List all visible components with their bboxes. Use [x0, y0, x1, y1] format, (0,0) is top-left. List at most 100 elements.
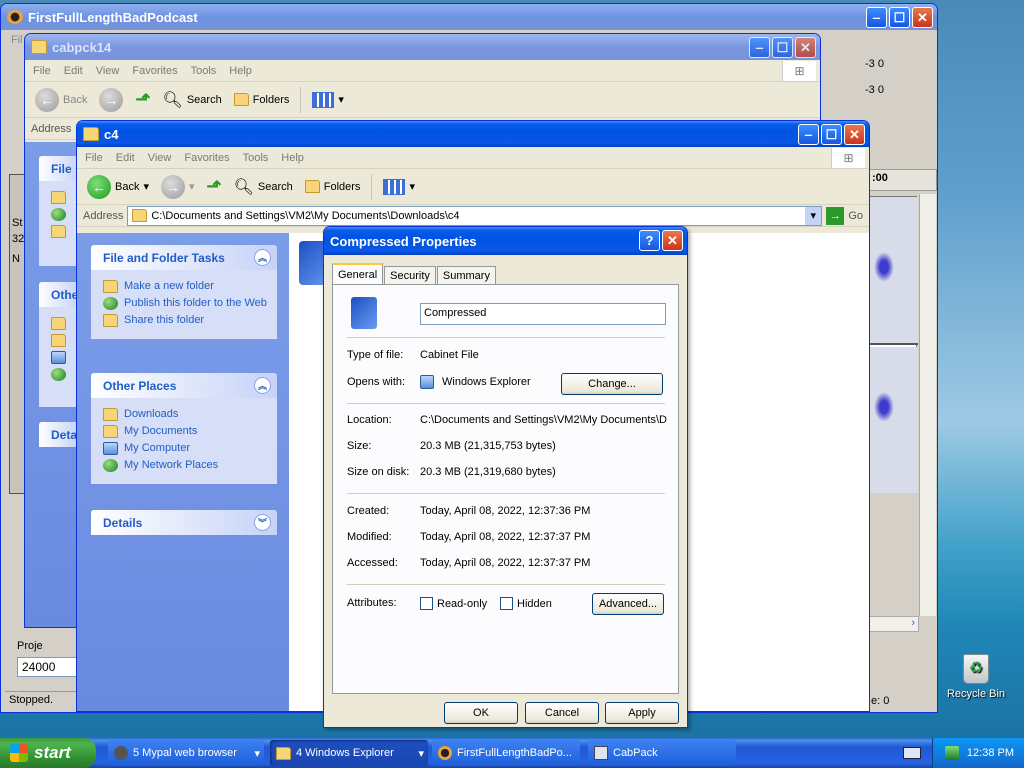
chevron-down-icon: ▾: [254, 747, 260, 760]
menu-favorites[interactable]: Favorites: [184, 152, 229, 164]
close-button[interactable]: ✕: [662, 230, 683, 251]
tab-security[interactable]: Security: [384, 266, 436, 285]
panel-title[interactable]: File and Folder Tasks ︽: [91, 245, 277, 270]
maximize-button[interactable]: ☐: [772, 37, 793, 58]
menu-edit[interactable]: Edit: [116, 152, 135, 164]
panel-title[interactable]: Deta: [39, 422, 79, 447]
menu-view[interactable]: View: [148, 152, 172, 164]
go-button[interactable]: Go: [848, 210, 863, 222]
views-button[interactable]: ▾: [308, 85, 348, 115]
folders-icon: [304, 180, 320, 193]
folders-button[interactable]: Folders: [230, 85, 294, 115]
hidden-label: Hidden: [517, 597, 552, 610]
tab-summary[interactable]: Summary: [436, 266, 496, 285]
expand-chevron-icon[interactable]: ︾: [254, 514, 271, 531]
keyboard-icon[interactable]: [903, 747, 921, 759]
horizontal-scrollbar[interactable]: ›: [869, 616, 919, 632]
taskbar-button-audacity[interactable]: FirstFullLengthBadPo...: [432, 740, 580, 766]
close-button[interactable]: ✕: [844, 124, 865, 145]
readonly-check-box[interactable]: [420, 597, 433, 610]
close-button[interactable]: ✕: [795, 37, 816, 58]
menu-file[interactable]: File: [85, 152, 103, 164]
menu-help[interactable]: Help: [229, 65, 252, 77]
menu-help[interactable]: Help: [281, 152, 304, 164]
back-button[interactable]: ← Back: [31, 85, 91, 115]
created-value: Today, April 08, 2022, 12:37:36 PM: [420, 505, 591, 517]
close-button[interactable]: ✕: [912, 7, 933, 28]
panel-file-folder-tasks: File and Folder Tasks ︽ Make a new folder…: [91, 245, 277, 339]
panel-title[interactable]: Other Places ︽: [91, 373, 277, 398]
change-button[interactable]: Change...: [561, 373, 663, 395]
folders-button[interactable]: Folders: [301, 172, 365, 202]
apply-button[interactable]: Apply: [605, 702, 679, 724]
maximize-button[interactable]: ☐: [821, 124, 842, 145]
help-button[interactable]: ?: [639, 230, 660, 251]
forward-button[interactable]: →: [95, 85, 127, 115]
hidden-check-box[interactable]: [500, 597, 513, 610]
cancel-button[interactable]: Cancel: [525, 702, 599, 724]
dialog-title-bar[interactable]: Compressed Properties ? ✕: [324, 227, 687, 255]
minimize-button[interactable]: ‒: [798, 124, 819, 145]
address-input[interactable]: C:\Documents and Settings\VM2\My Documen…: [127, 205, 823, 226]
place-my-network-places[interactable]: My Network Places: [103, 459, 269, 472]
modified-label: Modified:: [347, 531, 392, 543]
taskbar-button-mypal[interactable]: 5 Mypal web browser ▾: [108, 740, 264, 766]
menu-file[interactable]: File: [33, 65, 51, 77]
minimize-button[interactable]: ‒: [866, 7, 887, 28]
place-downloads[interactable]: Downloads: [103, 408, 269, 421]
place-my-documents[interactable]: My Documents: [103, 425, 269, 438]
new-folder-icon: [51, 191, 66, 204]
go-arrow-icon[interactable]: →: [826, 206, 845, 225]
search-button[interactable]: 🔍︎ Search: [159, 85, 226, 115]
menu-favorites[interactable]: Favorites: [132, 65, 177, 77]
file-name-input[interactable]: Compressed: [420, 303, 666, 325]
readonly-checkbox[interactable]: Read-only: [420, 597, 487, 610]
cabpck14-title-bar[interactable]: cabpck14 ‒ ☐ ✕: [25, 34, 820, 60]
collapse-chevron-icon[interactable]: ︽: [254, 377, 271, 394]
collapse-chevron-icon[interactable]: ︽: [254, 249, 271, 266]
start-button[interactable]: start: [0, 738, 96, 768]
taskbar-button-cabpack[interactable]: CabPack: [588, 740, 736, 766]
place-my-computer[interactable]: My Computer: [103, 442, 269, 455]
maximize-button[interactable]: ☐: [889, 7, 910, 28]
taskbar-button-label: 4 Windows Explorer: [296, 747, 394, 759]
browser-icon: [114, 746, 128, 760]
back-button[interactable]: ← Back ▾: [83, 172, 153, 202]
views-button[interactable]: ▾: [379, 172, 419, 202]
panel-title[interactable]: File: [39, 156, 79, 181]
search-button[interactable]: 🔍︎ Search: [230, 172, 297, 202]
ok-button[interactable]: OK: [444, 702, 518, 724]
forward-button[interactable]: → ▾: [157, 172, 199, 202]
track-area[interactable]: [869, 196, 918, 493]
clock[interactable]: 12:38 PM: [967, 747, 1014, 759]
up-button[interactable]: ⬏: [131, 85, 154, 115]
task-make-new-folder[interactable]: Make a new folder: [103, 280, 269, 293]
recycle-bin[interactable]: ♻ Recycle Bin: [944, 654, 1008, 700]
menu-edit[interactable]: Edit: [64, 65, 83, 77]
windows-flag-icon: [10, 744, 28, 762]
properties-dialog[interactable]: Compressed Properties ? ✕ General Securi…: [323, 226, 688, 728]
tab-general[interactable]: General: [332, 263, 384, 285]
project-rate-input[interactable]: 24000: [17, 657, 77, 677]
advanced-button[interactable]: Advanced...: [592, 593, 664, 615]
task-share-folder[interactable]: Share this folder: [103, 314, 269, 327]
menu-tools[interactable]: Tools: [191, 65, 217, 77]
hidden-checkbox[interactable]: Hidden: [500, 597, 552, 610]
minimize-button[interactable]: ‒: [749, 37, 770, 58]
task-publish-folder[interactable]: Publish this folder to the Web: [103, 297, 269, 310]
vertical-scrollbar[interactable]: [919, 194, 936, 616]
audacity-menu-fragment[interactable]: Fil: [11, 34, 23, 46]
panel-title[interactable]: Details ︾: [91, 510, 277, 535]
taskbar-button-explorer[interactable]: 4 Windows Explorer ▾: [270, 740, 428, 766]
network-tray-icon[interactable]: [944, 746, 959, 760]
panel-other: Othe: [39, 282, 79, 407]
menu-view[interactable]: View: [96, 65, 120, 77]
address-dropdown-button[interactable]: ▾: [805, 206, 822, 225]
folders-label: Folders: [252, 93, 290, 106]
panel-title[interactable]: Othe: [39, 282, 79, 307]
back-arrow-icon: ←: [87, 174, 111, 199]
audacity-title-bar[interactable]: FirstFullLengthBadPodcast ‒ ☐ ✕: [1, 4, 937, 30]
up-button[interactable]: ⬏: [203, 172, 226, 202]
menu-tools[interactable]: Tools: [243, 152, 269, 164]
c4-title-bar[interactable]: c4 ‒ ☐ ✕: [77, 121, 869, 147]
